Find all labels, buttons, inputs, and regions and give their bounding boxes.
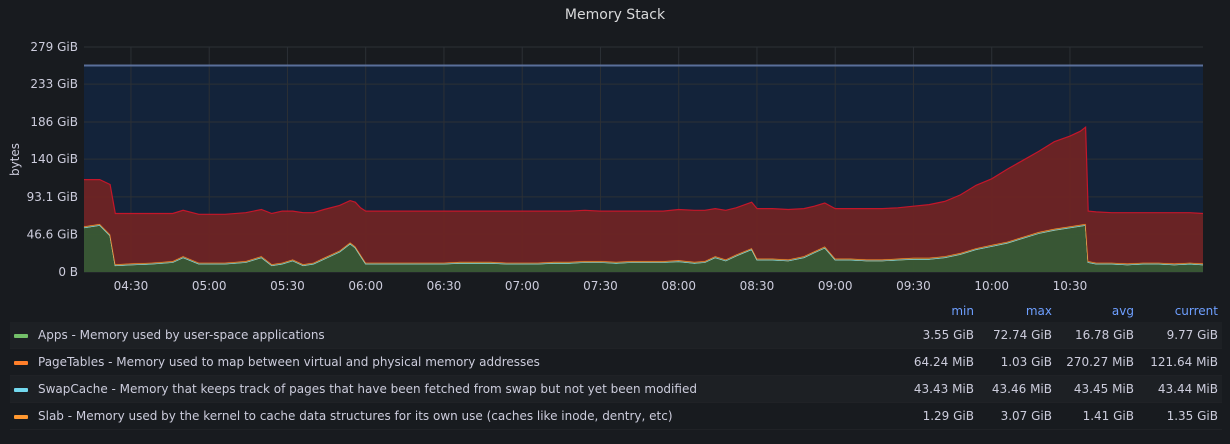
- y-tick-label: 140 GiB: [30, 152, 78, 166]
- x-tick-label: 08:30: [740, 279, 775, 293]
- legend-current-value: 43.44 MiB: [1157, 382, 1218, 396]
- x-tick-label: 08:00: [661, 279, 696, 293]
- legend-swatch: [14, 361, 28, 365]
- panel-title: Memory Stack: [564, 7, 666, 23]
- legend-series-name[interactable]: PageTables - Memory used to map between …: [38, 355, 540, 369]
- y-tick-label: 279 GiB: [30, 40, 78, 54]
- x-tick-label: 05:00: [192, 279, 227, 293]
- legend-swatch: [14, 415, 28, 419]
- legend-avg-value: 16.78 GiB: [1074, 328, 1134, 342]
- legend-row[interactable]: PageTables - Memory used to map between …: [10, 349, 1222, 376]
- legend-min-value: 1.29 GiB: [922, 409, 974, 423]
- legend-avg-value: 270.27 MiB: [1066, 355, 1134, 369]
- legend-current-value: 121.64 MiB: [1150, 355, 1218, 369]
- legend-avg-value: 43.45 MiB: [1073, 382, 1134, 396]
- y-tick-label: 0 B: [58, 265, 78, 279]
- y-tick-label: 233 GiB: [30, 77, 78, 91]
- legend-row[interactable]: Apps - Memory used by user-space applica…: [10, 322, 1222, 349]
- x-tick-label: 09:00: [818, 279, 853, 293]
- legend-max-value: 3.07 GiB: [1000, 409, 1052, 423]
- legend-max-value: 43.46 MiB: [991, 382, 1052, 396]
- legend-header: min max avg current: [10, 300, 1222, 322]
- legend-series-name[interactable]: SwapCache - Memory that keeps track of p…: [38, 382, 697, 396]
- legend-avg-value: 1.41 GiB: [1082, 409, 1134, 423]
- legend-header-max[interactable]: max: [1026, 304, 1052, 318]
- x-tick-label: 06:00: [348, 279, 383, 293]
- legend-table: min max avg current Apps - Memory used b…: [10, 300, 1222, 430]
- legend-swatch: [14, 334, 28, 338]
- x-tick-label: 07:30: [583, 279, 618, 293]
- legend-header-min[interactable]: min: [951, 304, 974, 318]
- legend-row[interactable]: SwapCache - Memory that keeps track of p…: [10, 376, 1222, 403]
- legend-row[interactable]: Slab - Memory used by the kernel to cach…: [10, 403, 1222, 430]
- legend-series-name[interactable]: Slab - Memory used by the kernel to cach…: [38, 409, 673, 423]
- legend-current-value: 1.35 GiB: [1166, 409, 1218, 423]
- x-tick-label: 07:00: [505, 279, 540, 293]
- legend-header-avg[interactable]: avg: [1112, 304, 1134, 318]
- legend-series-name[interactable]: Apps - Memory used by user-space applica…: [38, 328, 325, 342]
- legend-max-value: 72.74 GiB: [992, 328, 1052, 342]
- x-tick-label: 10:00: [974, 279, 1009, 293]
- y-axis-label: bytes: [8, 143, 22, 176]
- x-tick-label: 04:30: [114, 279, 149, 293]
- legend-min-value: 3.55 GiB: [922, 328, 974, 342]
- x-tick-label: 10:30: [1053, 279, 1088, 293]
- legend-min-value: 43.43 MiB: [913, 382, 974, 396]
- x-tick-label: 05:30: [270, 279, 305, 293]
- legend-header-current[interactable]: current: [1175, 304, 1218, 318]
- y-tick-label: 93.1 GiB: [27, 190, 78, 204]
- legend-swatch: [14, 388, 28, 392]
- legend-min-value: 64.24 MiB: [913, 355, 974, 369]
- x-tick-label: 09:30: [896, 279, 931, 293]
- y-tick-label: 186 GiB: [30, 115, 78, 129]
- x-tick-label: 06:30: [427, 279, 462, 293]
- y-tick-label: 46.6 GiB: [27, 227, 78, 241]
- memory-stack-chart[interactable]: 0 B 46.6 GiB 93.1 GiB 140 GiB 186 GiB 233 GiB…: [0, 30, 1230, 300]
- legend-current-value: 9.77 GiB: [1166, 328, 1218, 342]
- legend-max-value: 1.03 GiB: [1000, 355, 1052, 369]
